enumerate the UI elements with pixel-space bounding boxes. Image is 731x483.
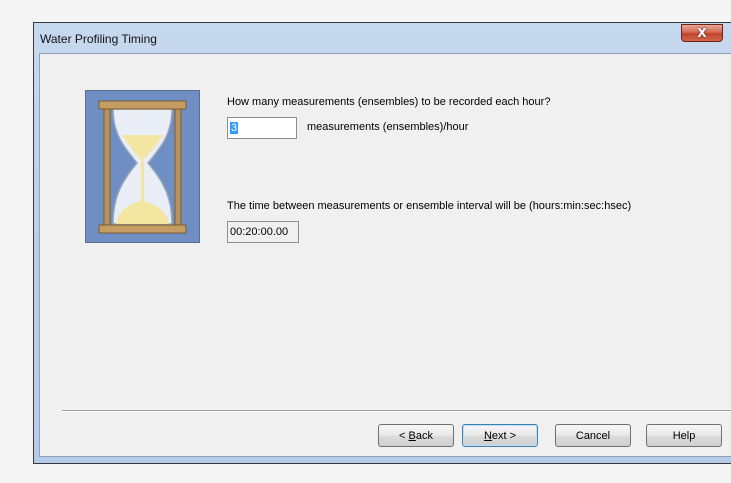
measurements-unit-label: measurements (ensembles)/hour <box>307 121 469 133</box>
back-button-prefix: < <box>399 429 409 442</box>
hourglass-bottom-cap <box>98 224 187 234</box>
help-button-label: Help <box>672 429 696 442</box>
window-title: Water Profiling Timing <box>40 32 157 46</box>
cancel-button[interactable]: Cancel <box>555 424 631 447</box>
dialog-client-area: How many measurements (ensembles) to be … <box>39 53 731 457</box>
hourglass-top-cap <box>98 100 187 110</box>
close-icon: X <box>697 26 707 40</box>
next-button-label: ext > <box>491 429 517 442</box>
hourglass-icon <box>98 100 187 234</box>
water-profiling-timing-dialog: Water Profiling Timing X How many measur… <box>33 22 731 464</box>
ensemble-interval-label: The time between measurements or ensembl… <box>227 200 632 212</box>
hourglass-post-left <box>103 104 111 230</box>
back-button[interactable]: < Back <box>378 424 454 447</box>
back-button-label: ack <box>415 429 433 442</box>
help-button[interactable]: Help <box>646 424 722 447</box>
hourglass-sand-stream <box>141 161 144 203</box>
title-bar[interactable]: Water Profiling Timing X <box>34 23 731 53</box>
measurements-question-label: How many measurements (ensembles) to be … <box>227 96 551 108</box>
hourglass-post-right <box>174 104 182 230</box>
next-button-accelerator: N <box>483 429 492 442</box>
button-separator <box>62 410 731 412</box>
measurements-per-hour-input[interactable]: 3 <box>227 117 297 139</box>
hourglass-panel <box>85 90 200 243</box>
ensemble-interval-field: 00:20:00.00 <box>227 221 299 243</box>
measurements-per-hour-value: 3 <box>230 122 239 134</box>
next-button[interactable]: Next > <box>462 424 538 447</box>
cancel-button-label: Cancel <box>575 429 611 442</box>
close-button[interactable]: X <box>681 24 723 42</box>
back-button-accelerator: B <box>408 429 416 442</box>
